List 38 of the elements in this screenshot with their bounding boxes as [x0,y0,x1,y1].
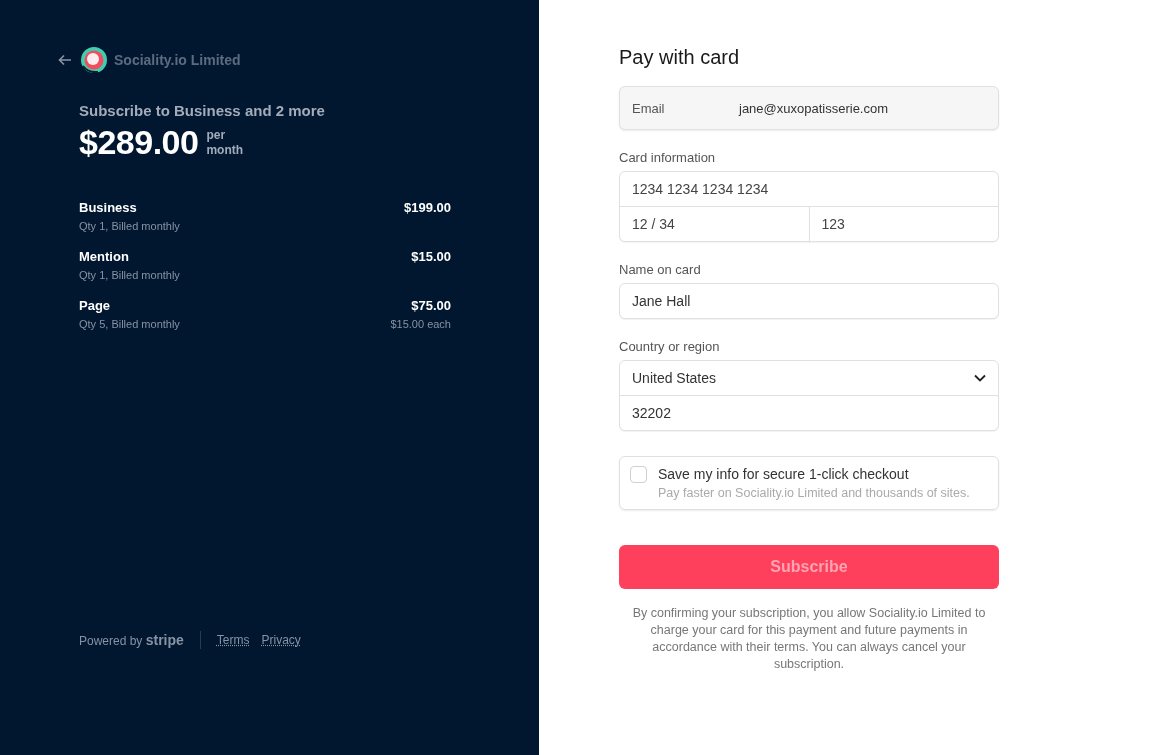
item-amount: $199.00 [404,200,451,215]
chevron-down-icon [974,374,986,382]
item-name: Page [79,298,111,313]
field-label: Country or region [619,339,721,354]
footer-link[interactable]: Privacy [261,633,301,647]
save-info-label: Save my info for secure 1-click checkout [658,466,910,482]
summary-title: Subscribe to Business and 2 more [79,102,326,119]
save-info-hint: Pay faster on Sociality.io Limited and thousands of sites. [658,486,970,500]
expiry-field[interactable]: 12 / 34 [619,206,810,242]
item-name: Business [79,200,137,215]
legal-text: By confirming your subscription, you allow Sociality.io Limited to charge your card for this payment and future payments in accordance with their terms. You can always cancel your subscription. [631,605,987,673]
item-name: Mention [79,249,129,264]
email-label: Email [632,100,666,116]
item-detail: Qty 1, Billed monthly [79,269,180,281]
billing-period: per [206,127,227,143]
billing-period: month [206,142,244,158]
checkbox[interactable] [630,466,647,483]
logo-icon [80,46,108,74]
footer-link[interactable]: Terms [216,633,250,647]
email-field[interactable]: Email jane@xuxopatisserie.com [619,86,999,130]
card-number-field[interactable]: 1234 1234 1234 1234 [619,171,999,207]
back-arrow-icon[interactable] [58,54,72,66]
field-label: Name on card [619,262,702,277]
country-select[interactable]: United States [619,360,999,396]
email-value: jane@xuxopatisserie.com [739,100,889,116]
cvc-field[interactable]: 123 [808,206,999,242]
total-price: $289.00 [79,123,199,162]
item-amount: $15.00 [411,249,451,264]
unit-price: $15.00 each [390,318,451,330]
powered-by-text: Powered by stripe [79,632,184,648]
item-detail: Qty 1, Billed monthly [79,220,180,232]
merchant-name: Sociality.io Limited [114,52,241,68]
form-title: Pay with card [619,46,741,69]
item-amount: $75.00 [411,298,451,313]
zip-field[interactable]: 32202 [619,395,999,431]
field-label: Card information [619,150,717,165]
name-field[interactable]: Jane Hall [619,283,999,319]
item-detail: Qty 5, Billed monthly [79,318,180,330]
